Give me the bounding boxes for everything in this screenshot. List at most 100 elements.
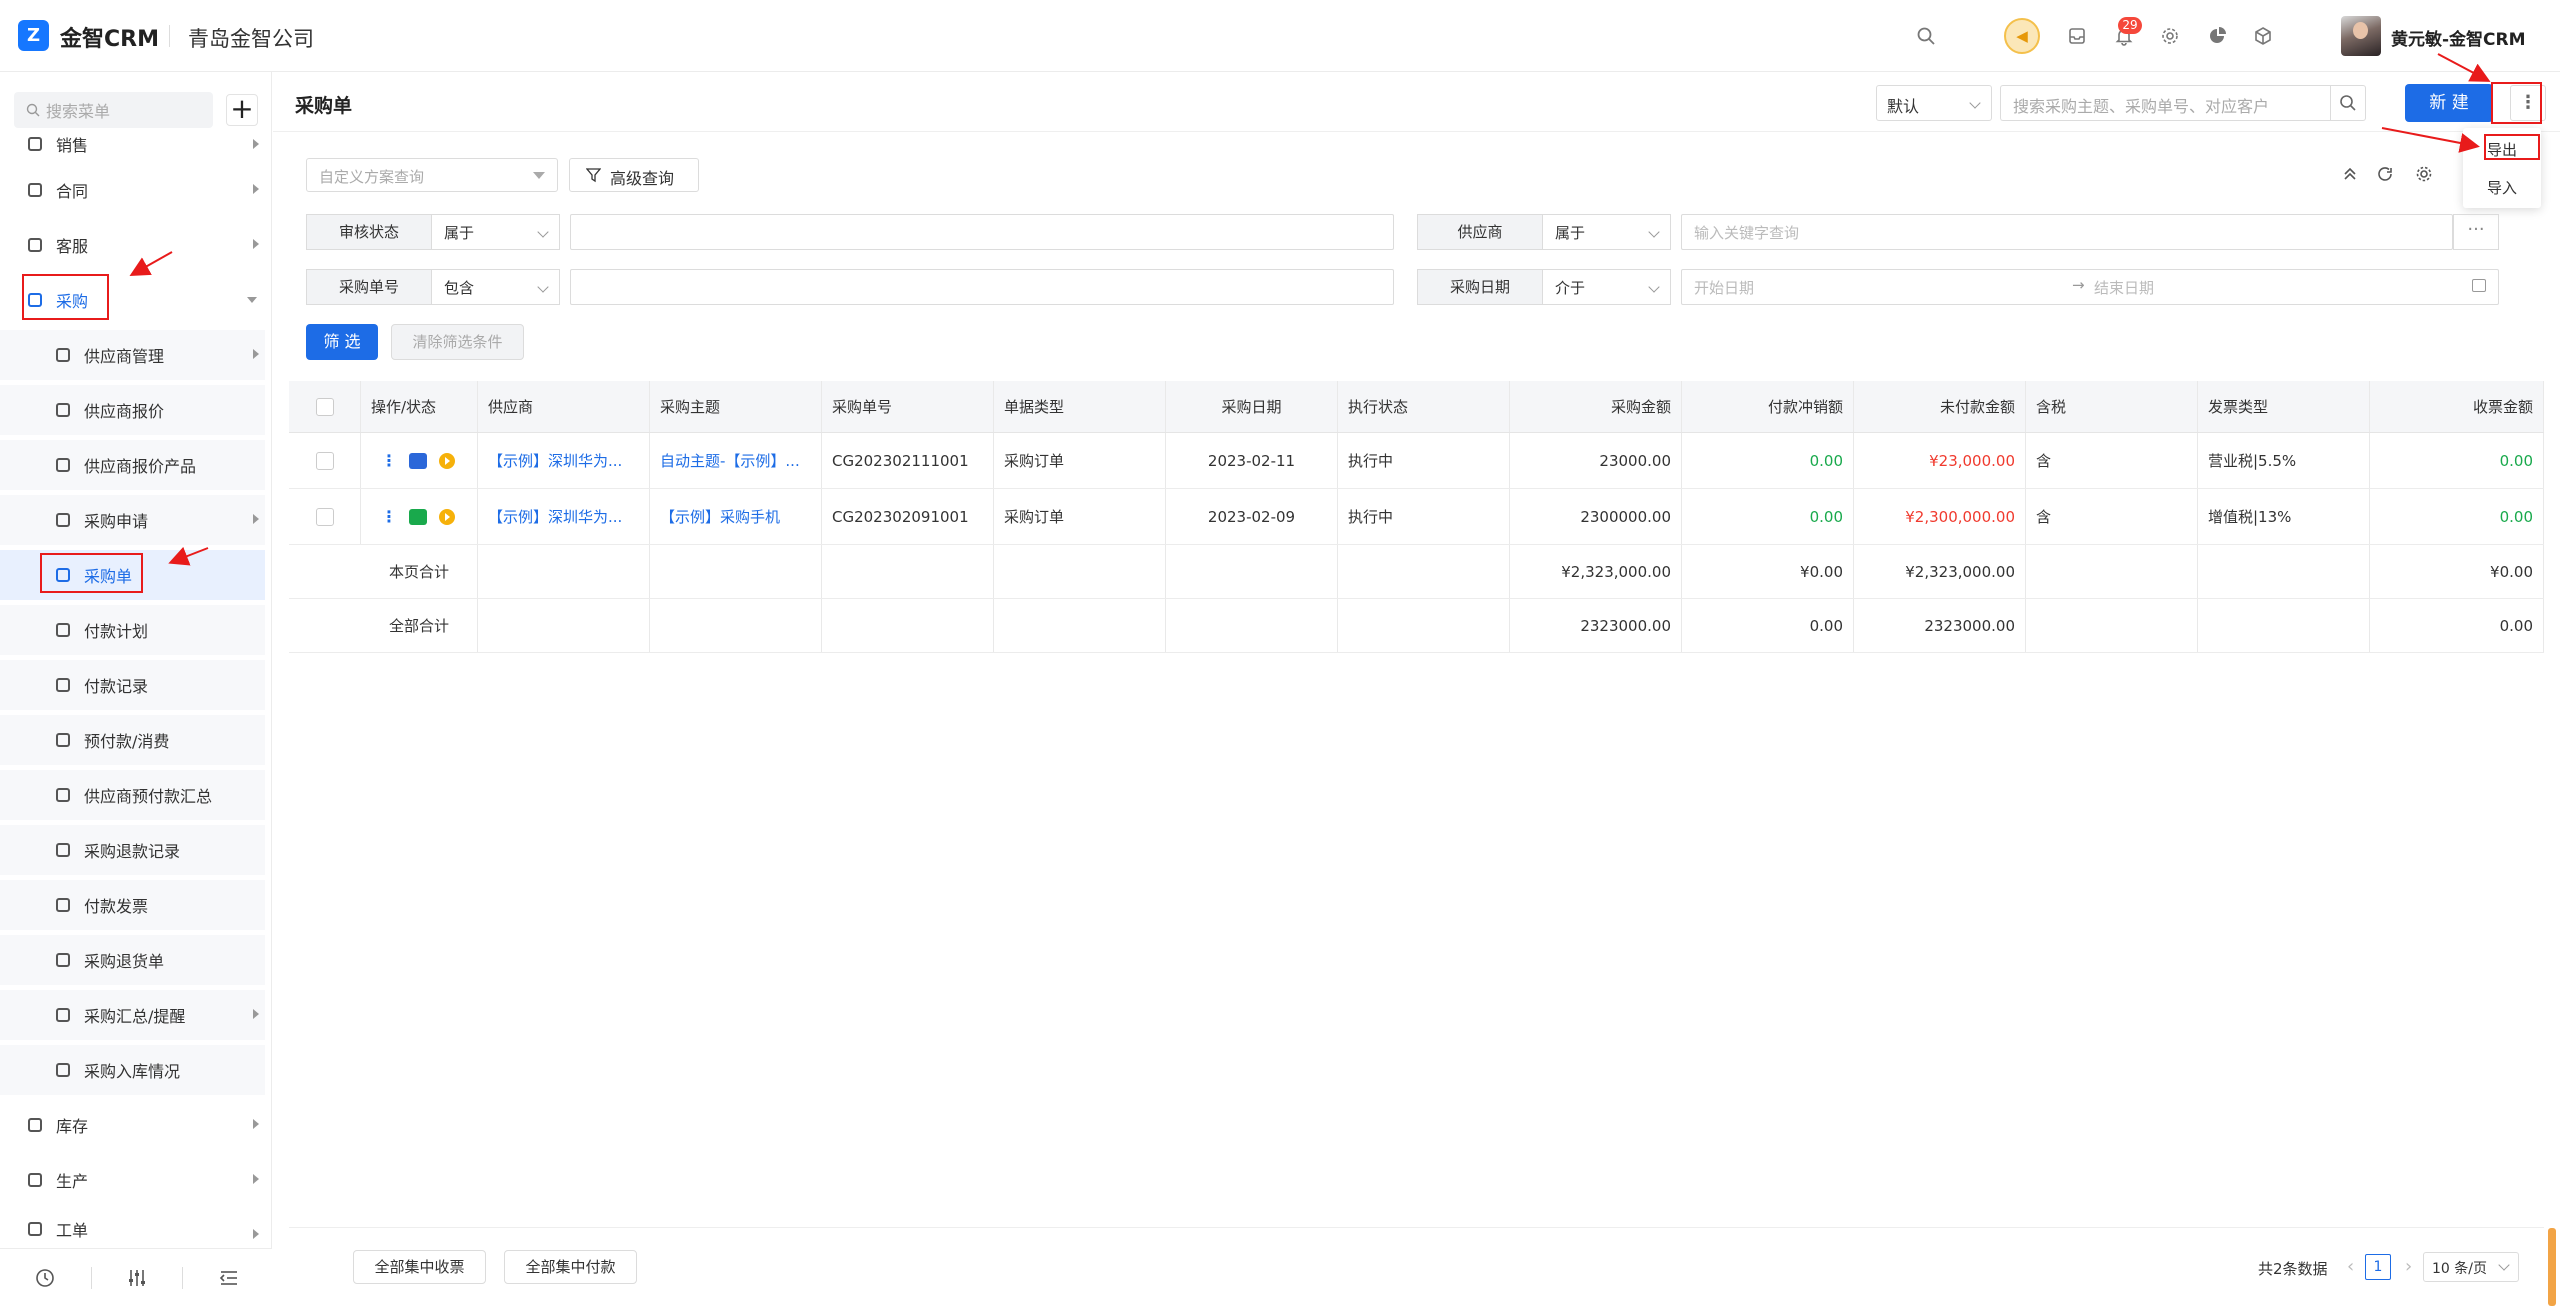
col-header-offset[interactable]: 付款冲销额 xyxy=(1682,381,1854,432)
col-header-unpaid[interactable]: 未付款金额 xyxy=(1854,381,2026,432)
chevron-right-icon xyxy=(253,1174,259,1184)
page-size-select[interactable]: 10 条/页 xyxy=(2423,1252,2519,1282)
prev-page-icon[interactable]: ‹ xyxy=(2347,1256,2354,1277)
more-actions-button[interactable]: ⋮ xyxy=(2510,85,2546,121)
col-header-supplier[interactable]: 供应商 xyxy=(478,381,650,432)
chevron-down-icon xyxy=(537,281,549,293)
sidebar-item-contract[interactable]: 合同 xyxy=(0,165,265,215)
avatar[interactable] xyxy=(2341,16,2381,56)
row-more-icon[interactable]: ⋮ xyxy=(381,507,397,526)
sidebar-item-supplier-quote[interactable]: 供应商报价 xyxy=(0,385,265,435)
pie-chart-icon[interactable] xyxy=(2203,22,2231,50)
col-header-tax[interactable]: 含税 xyxy=(2026,381,2198,432)
sidebar-item-payment-record[interactable]: 付款记录 xyxy=(0,660,265,710)
supplier-link[interactable]: 【示例】深圳华为... xyxy=(478,433,650,488)
sidebar-item-purchase-order[interactable]: 采购单 xyxy=(0,550,265,600)
view-select[interactable]: 默认 xyxy=(1876,85,1992,121)
supplier-picker-button[interactable]: ··· xyxy=(2453,214,2499,250)
sidebar-item-payment-invoice[interactable]: 付款发票 xyxy=(0,880,265,930)
row-checkbox[interactable] xyxy=(315,507,334,526)
col-header-status[interactable]: 执行状态 xyxy=(1338,381,1510,432)
sidebar-item-label: 供应商预付款汇总 xyxy=(84,787,213,806)
current-page-button[interactable]: 1 xyxy=(2365,1254,2391,1280)
filter-op-audit-status[interactable]: 属于 xyxy=(432,214,560,250)
empty-cell xyxy=(2026,545,2198,598)
settings-icon[interactable] xyxy=(2415,165,2435,185)
sidebar-item-workorder[interactable]: 工单 xyxy=(0,1210,265,1248)
sidebar-item-purchase-request[interactable]: 采购申请 xyxy=(0,495,265,545)
sidebar-item-supplier-prepay-summary[interactable]: 供应商预付款汇总 xyxy=(0,770,265,820)
collapse-up-icon[interactable] xyxy=(2341,165,2361,185)
sidebar-item-supplier-mgmt[interactable]: 供应商管理 xyxy=(0,330,265,380)
order-search-input[interactable]: 搜索采购主题、采购单号、对应客户 xyxy=(2000,85,2330,121)
col-header-amount[interactable]: 采购金额 xyxy=(1510,381,1682,432)
cart-icon[interactable] xyxy=(409,452,427,469)
cube-icon[interactable] xyxy=(2249,22,2277,50)
sidebar-item-label: 预付款/消费 xyxy=(84,732,170,751)
filter-input-order-no[interactable] xyxy=(570,269,1394,305)
cart-icon[interactable] xyxy=(409,508,427,525)
collapse-menu-icon[interactable] xyxy=(218,1267,240,1289)
filter-op-purchase-date[interactable]: 介于 xyxy=(1543,269,1671,305)
user-name[interactable]: 黄元敏-金智CRM xyxy=(2391,25,2526,50)
row-more-icon[interactable]: ⋮ xyxy=(381,451,397,470)
filter-button[interactable]: 筛 选 xyxy=(306,324,378,360)
broadcast-icon[interactable]: ◀ xyxy=(2004,18,2040,54)
add-menu-button[interactable]: + xyxy=(226,94,258,126)
sidebar: 搜索菜单 + 销售 合同 客服 采购 供应商管理 供应商报价 供应商报价产品 采… xyxy=(0,72,272,1306)
gear-icon[interactable] xyxy=(2156,22,2184,50)
clear-filter-button[interactable]: 清除筛选条件 xyxy=(391,324,524,360)
inbox-icon[interactable] xyxy=(2063,22,2091,50)
subject-link[interactable]: 自动主题-【示例】... xyxy=(650,433,822,488)
sidebar-item-sales[interactable]: 销售 xyxy=(0,130,265,158)
sidebar-item-production[interactable]: 生产 xyxy=(0,1155,265,1205)
scrollbar[interactable] xyxy=(2548,1228,2556,1306)
sidebar-item-prepayment[interactable]: 预付款/消费 xyxy=(0,715,265,765)
table-row[interactable]: ⋮ 【示例】深圳华为... 自动主题-【示例】... CG20230211100… xyxy=(289,433,2544,489)
filter-input-audit-status[interactable] xyxy=(570,214,1394,250)
next-page-icon[interactable]: › xyxy=(2405,1256,2412,1277)
col-header-invoice-type[interactable]: 发票类型 xyxy=(2198,381,2370,432)
sidebar-item-inventory[interactable]: 库存 xyxy=(0,1100,265,1150)
col-header-received[interactable]: 收票金额 xyxy=(2370,381,2544,432)
search-icon[interactable] xyxy=(1912,22,1940,50)
col-header-date[interactable]: 采购日期 xyxy=(1166,381,1338,432)
sidebar-item-supplier-quote-product[interactable]: 供应商报价产品 xyxy=(0,440,265,490)
collect-all-invoices-button[interactable]: 全部集中收票 xyxy=(353,1250,486,1284)
sidebar-item-purchase-summary[interactable]: 采购汇总/提醒 xyxy=(0,990,265,1040)
play-icon[interactable] xyxy=(439,452,455,469)
subject-link[interactable]: 【示例】采购手机 xyxy=(650,489,822,544)
sidebar-item-payment-plan[interactable]: 付款计划 xyxy=(0,605,265,655)
filter-input-supplier[interactable]: 输入关键字查询 xyxy=(1681,214,2453,250)
sidebar-item-inbound-status[interactable]: 采购入库情况 xyxy=(0,1045,265,1095)
select-all-checkbox[interactable] xyxy=(315,397,334,416)
caret-down-icon xyxy=(533,172,545,179)
sidebar-item-refund-record[interactable]: 采购退款记录 xyxy=(0,825,265,875)
scheme-select[interactable]: 自定义方案查询 xyxy=(306,158,558,192)
date-range-input[interactable]: 开始日期 → 结束日期 xyxy=(1681,269,2499,305)
all-total-offset: 0.00 xyxy=(1682,599,1854,652)
new-button[interactable]: 新 建 xyxy=(2405,84,2493,122)
sliders-icon[interactable] xyxy=(126,1267,148,1289)
col-header-order-no[interactable]: 采购单号 xyxy=(822,381,994,432)
menu-search-input[interactable]: 搜索菜单 xyxy=(14,92,213,128)
filter-op-supplier[interactable]: 属于 xyxy=(1543,214,1671,250)
filter-op-order-no[interactable]: 包含 xyxy=(432,269,560,305)
table-row[interactable]: ⋮ 【示例】深圳华为... 【示例】采购手机 CG202302091001 采购… xyxy=(289,489,2544,545)
sidebar-item-return-order[interactable]: 采购退货单 xyxy=(0,935,265,985)
row-checkbox[interactable] xyxy=(315,451,334,470)
chevron-down-icon xyxy=(2498,1259,2510,1271)
sidebar-item-label: 采购单 xyxy=(84,567,133,586)
supplier-link[interactable]: 【示例】深圳华为... xyxy=(478,489,650,544)
col-header-subject[interactable]: 采购主题 xyxy=(650,381,822,432)
play-icon[interactable] xyxy=(439,508,455,525)
search-button[interactable] xyxy=(2330,85,2366,121)
advanced-query-button[interactable]: 高级查询 xyxy=(569,158,699,192)
sidebar-item-service[interactable]: 客服 xyxy=(0,220,265,270)
refresh-icon[interactable] xyxy=(2376,165,2396,185)
col-header-type[interactable]: 单据类型 xyxy=(994,381,1166,432)
pay-all-button[interactable]: 全部集中付款 xyxy=(504,1250,637,1284)
sidebar-item-purchase[interactable]: 采购 xyxy=(0,275,265,325)
history-icon[interactable] xyxy=(34,1267,56,1289)
date-cell: 2023-02-09 xyxy=(1166,489,1338,544)
